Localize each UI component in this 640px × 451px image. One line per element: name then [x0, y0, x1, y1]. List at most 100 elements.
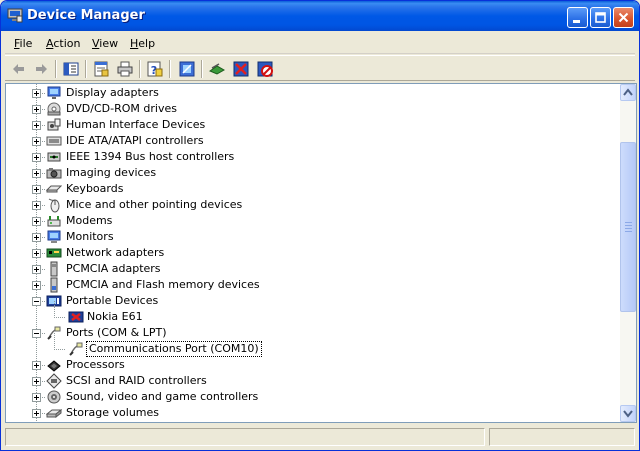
tree-category-row[interactable]: DVD/CD-ROM drives	[6, 101, 620, 117]
expand-toggle[interactable]	[32, 185, 41, 194]
collapse-toggle[interactable]	[32, 329, 41, 338]
tree-item-label[interactable]: Processors	[65, 358, 126, 372]
toolbar-separator	[169, 60, 171, 78]
tree-category-row[interactable]: Modems	[6, 213, 620, 229]
tree-item-label[interactable]: IEEE 1394 Bus host controllers	[65, 150, 235, 164]
print-icon[interactable]	[115, 59, 135, 79]
tree-category-row[interactable]: Network adapters	[6, 245, 620, 261]
tree-category-row[interactable]: PCMCIA and Flash memory devices	[6, 277, 620, 293]
expand-toggle[interactable]	[32, 249, 41, 258]
tree-category-row[interactable]: IEEE 1394 Bus host controllers	[6, 149, 620, 165]
tree-device-row[interactable]: Communications Port (COM10)	[6, 333, 620, 357]
close-button[interactable]	[613, 7, 634, 28]
tree-category-row[interactable]: Human Interface Devices	[6, 117, 620, 133]
expand-toggle[interactable]	[32, 169, 41, 178]
uninstall-icon[interactable]	[231, 59, 251, 79]
tree-category-row[interactable]: Portable Devices	[6, 293, 620, 309]
mouse-icon	[46, 197, 62, 213]
scroll-up-button[interactable]	[620, 84, 636, 101]
expand-toggle[interactable]	[32, 105, 41, 114]
tree-item-label[interactable]: Display adapters	[65, 86, 160, 100]
device-tree-pane: Display adapters DVD/CD-ROM drives Human I…	[5, 83, 637, 423]
tree-category-row[interactable]: Keyboards	[6, 181, 620, 197]
scrollbar-thumb[interactable]	[620, 142, 636, 312]
tree-item-label[interactable]: Imaging devices	[65, 166, 157, 180]
tree-item-label[interactable]: Monitors	[65, 230, 115, 244]
device-tree[interactable]: Display adapters DVD/CD-ROM drives Human I…	[6, 84, 620, 422]
tree-item-label[interactable]: Storage volumes	[65, 406, 160, 420]
processor-icon	[46, 357, 62, 373]
tree-item-label[interactable]: Keyboards	[65, 182, 124, 196]
selected-tree-item-label[interactable]: Communications Port (COM10)	[86, 341, 262, 357]
tree-item-label[interactable]: Modems	[65, 214, 113, 228]
tree-item-label[interactable]: Network adapters	[65, 246, 165, 260]
expand-toggle[interactable]	[32, 217, 41, 226]
tree-category-row[interactable]: PCMCIA adapters	[6, 261, 620, 277]
tree-category-row[interactable]: Storage volumes	[6, 405, 620, 421]
expand-toggle[interactable]	[32, 233, 41, 242]
expand-toggle[interactable]	[32, 265, 41, 274]
tree-item-label[interactable]: Ports (COM & LPT)	[65, 326, 168, 340]
tree-category-row[interactable]: Sound, video and game controllers	[6, 389, 620, 405]
modem-icon	[46, 213, 62, 229]
tree-item-label[interactable]: Human Interface Devices	[65, 118, 206, 132]
collapse-toggle[interactable]	[32, 297, 41, 306]
help-icon[interactable]: ?	[145, 59, 165, 79]
tree-device-row[interactable]: Nokia E61	[6, 301, 620, 325]
tree-category-row[interactable]: Ports (COM & LPT)	[6, 325, 620, 341]
tree-item-label[interactable]: Portable Devices	[65, 294, 159, 308]
toolbar: ?	[5, 55, 635, 81]
tree-item-label[interactable]: Mice and other pointing devices	[65, 198, 243, 212]
expand-toggle[interactable]	[32, 201, 41, 210]
disable-icon[interactable]	[255, 59, 275, 79]
tree-category-row[interactable]: Mice and other pointing devices	[6, 197, 620, 213]
expand-toggle[interactable]	[32, 137, 41, 146]
scan-hardware-icon[interactable]	[177, 59, 197, 79]
tree-item-label[interactable]: PCMCIA adapters	[65, 262, 162, 276]
maximize-button[interactable]	[590, 7, 611, 28]
tree-item-label[interactable]: SCSI and RAID controllers	[65, 374, 208, 388]
tree-category-row[interactable]: Monitors	[6, 229, 620, 245]
expand-toggle[interactable]	[32, 393, 41, 402]
menu-file[interactable]: File	[14, 37, 32, 50]
menu-action[interactable]: Action	[46, 37, 80, 50]
menu-help[interactable]: Help	[130, 37, 155, 50]
expand-toggle[interactable]	[32, 377, 41, 386]
menu-view[interactable]: View	[92, 37, 118, 50]
tree-category-row[interactable]: SCSI and RAID controllers	[6, 373, 620, 389]
tree-item-label[interactable]: IDE ATA/ATAPI controllers	[65, 134, 205, 148]
back-icon[interactable]	[9, 59, 29, 79]
tree-category-row[interactable]: Display adapters	[6, 85, 620, 101]
expand-toggle[interactable]	[32, 153, 41, 162]
device-manager-icon	[7, 7, 23, 23]
show-hide-console-tree-icon[interactable]	[61, 59, 81, 79]
tree-category-row[interactable]: Processors	[6, 357, 620, 373]
tree-item-label[interactable]: Nokia E61	[86, 310, 144, 324]
minimize-button[interactable]	[567, 7, 588, 28]
sound-icon	[46, 389, 62, 405]
status-pane-main	[5, 428, 485, 446]
status-bar	[5, 426, 637, 448]
expand-toggle[interactable]	[32, 89, 41, 98]
expand-toggle[interactable]	[32, 121, 41, 130]
monitor-icon	[46, 229, 62, 245]
forward-icon[interactable]	[31, 59, 51, 79]
toolbar-separator	[85, 60, 87, 78]
tree-category-row[interactable]: Imaging devices	[6, 165, 620, 181]
toolbar-separator	[201, 60, 203, 78]
tree-item-label[interactable]: DVD/CD-ROM drives	[65, 102, 178, 116]
expand-toggle[interactable]	[32, 361, 41, 370]
vertical-scrollbar[interactable]	[620, 84, 636, 422]
expand-toggle[interactable]	[32, 281, 41, 290]
keyboard-icon	[45, 181, 63, 197]
tree-item-label[interactable]: PCMCIA and Flash memory devices	[65, 278, 261, 292]
update-driver-icon[interactable]	[207, 59, 227, 79]
properties-icon[interactable]	[91, 59, 111, 79]
scsi-icon	[46, 373, 62, 389]
tree-item-label[interactable]: Sound, video and game controllers	[65, 390, 259, 404]
tree-category-row[interactable]: IDE ATA/ATAPI controllers	[6, 133, 620, 149]
expand-toggle[interactable]	[32, 409, 41, 418]
title-bar[interactable]: Device Manager	[1, 1, 639, 31]
scroll-down-button[interactable]	[620, 405, 636, 422]
toolbar-separator	[55, 60, 57, 78]
